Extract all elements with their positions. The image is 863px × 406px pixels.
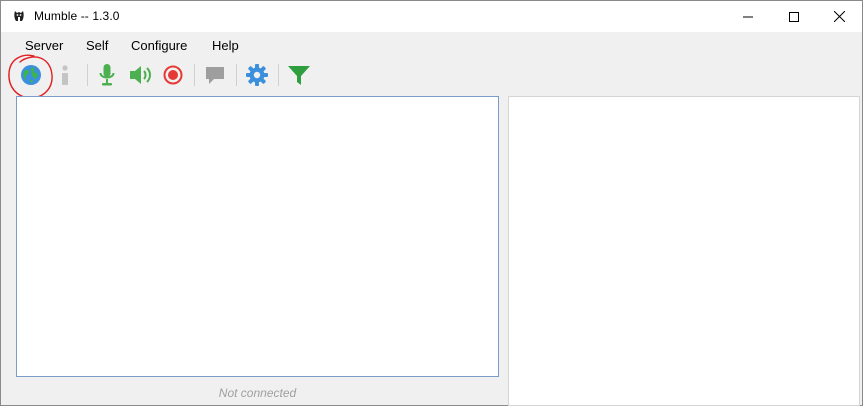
toolbar-separator — [236, 64, 237, 86]
close-button[interactable] — [816, 1, 862, 32]
channel-tree[interactable] — [16, 96, 499, 377]
record-button[interactable] — [160, 62, 186, 88]
speaker-icon — [130, 66, 151, 84]
info-button[interactable] — [52, 62, 78, 88]
info-icon — [62, 65, 68, 85]
deafen-self-button[interactable] — [128, 62, 154, 88]
toolbar-separator — [194, 64, 195, 86]
title-bar[interactable]: Mumble -- 1.3.0 — [1, 1, 862, 32]
maximize-icon — [789, 11, 799, 22]
connection-status: Not connected — [218, 386, 297, 400]
comment-icon — [206, 67, 224, 84]
mute-self-button[interactable] — [94, 62, 120, 88]
toolbar-separator — [278, 64, 279, 86]
settings-gear-icon — [246, 64, 268, 86]
main-window: Mumble -- 1.3.0 Server Self Configure He… — [0, 0, 863, 406]
maximize-button[interactable] — [771, 1, 817, 32]
window-title: Mumble -- 1.3.0 — [34, 9, 120, 23]
minimize-icon — [743, 16, 753, 17]
filter-icon — [288, 66, 310, 85]
toolbar — [1, 58, 862, 94]
globe-connect-icon — [21, 65, 41, 85]
comment-button[interactable] — [202, 62, 228, 88]
toolbar-separator — [87, 64, 88, 86]
menu-configure[interactable]: Configure — [131, 38, 187, 53]
connect-button[interactable] — [18, 62, 44, 88]
menu-server[interactable]: Server — [25, 38, 63, 53]
menu-help[interactable]: Help — [212, 38, 239, 53]
minimize-button[interactable] — [725, 1, 771, 32]
configure-button[interactable] — [244, 62, 270, 88]
microphone-icon — [99, 64, 115, 86]
filter-button[interactable] — [286, 62, 312, 88]
chat-log[interactable] — [508, 96, 860, 406]
record-icon — [163, 65, 183, 85]
menu-bar: Server Self Configure Help — [1, 32, 862, 58]
close-icon — [833, 11, 845, 22]
mumble-logo-icon — [11, 8, 27, 24]
menu-self[interactable]: Self — [86, 38, 108, 53]
